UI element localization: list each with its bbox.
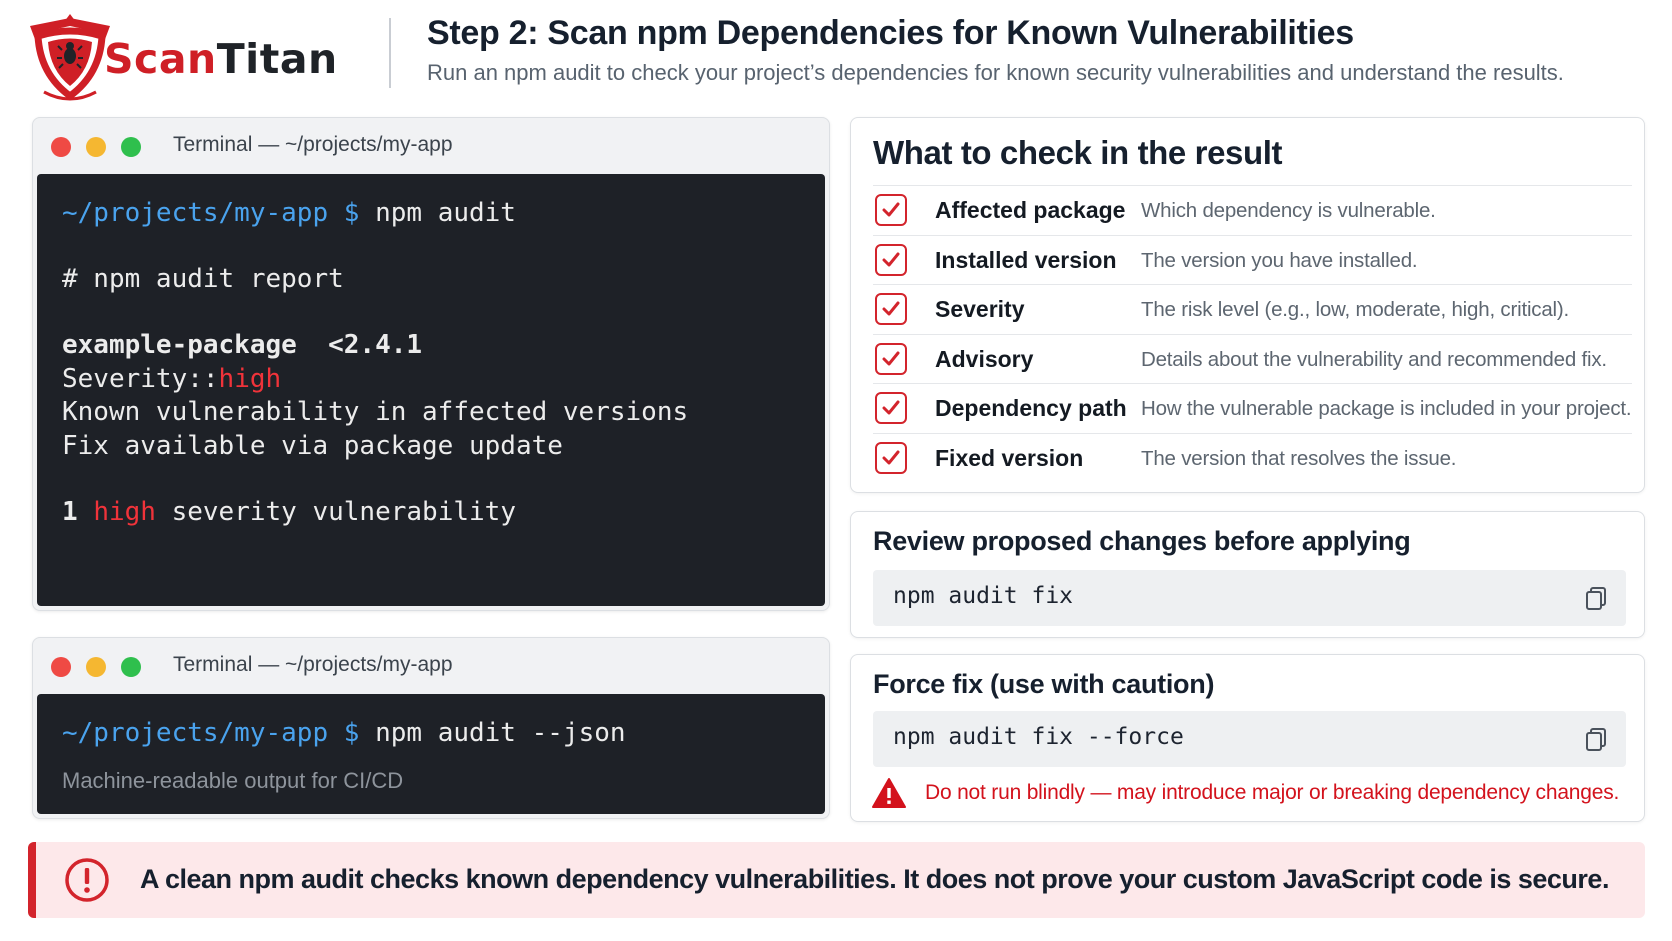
- severity-line: Severity::high: [62, 364, 281, 394]
- checklist-item-description: The version that resolves the issue.: [1141, 446, 1457, 470]
- checklist-item-label: Installed version: [935, 246, 1117, 273]
- brand-name-part1: Scan: [104, 35, 217, 83]
- close-window-button[interactable]: [51, 657, 71, 677]
- checklist-item-label: Fixed version: [935, 444, 1084, 471]
- security-disclaimer-banner: A clean npm audit checks known dependenc…: [28, 842, 1645, 918]
- checkbox-checked-icon[interactable]: [875, 293, 907, 325]
- prompt-path: ~/projects/my-app: [62, 718, 329, 748]
- terminal-titlebar: Terminal — ~/projects/my-app: [33, 118, 829, 174]
- severity-value: high: [218, 364, 282, 394]
- page-subtitle: Run an npm audit to check your project’s…: [427, 60, 1564, 85]
- checklist: Affected package Which dependency is vul…: [873, 185, 1632, 482]
- json-output-note: Machine-readable output for CI/CD: [62, 768, 404, 793]
- prompt-line: ~/projects/my-app $ npm audit: [62, 198, 516, 228]
- fix-available-line: Fix available via package update: [62, 431, 563, 461]
- checkbox-checked-icon[interactable]: [875, 243, 907, 276]
- brand-name: ScanTitan: [104, 35, 338, 83]
- review-changes-card: Review proposed changes before applying …: [850, 511, 1645, 638]
- severity-label: Severity::: [62, 364, 219, 394]
- checklist-item: Dependency path How the vulnerable packa…: [873, 383, 1632, 433]
- checklist-item: Installed version The version you have i…: [873, 234, 1632, 285]
- checklist-item-label: Affected package: [935, 197, 1126, 223]
- force-card-title: Force fix (use with caution): [873, 669, 1215, 699]
- header-divider: [389, 18, 391, 88]
- summary-level: high: [93, 497, 156, 527]
- command-text: npm audit fix --force: [893, 724, 1184, 750]
- terminal-titlebar: Terminal — ~/projects/my-app: [33, 638, 829, 694]
- banner-accent-bar: [28, 842, 36, 918]
- prompt-line: ~/projects/my-app $ npm audit --json: [62, 718, 626, 748]
- checklist-item-label: Dependency path: [935, 395, 1127, 421]
- summary-count: 1: [62, 497, 78, 527]
- checkbox-checked-icon[interactable]: [875, 342, 907, 375]
- copy-icon[interactable]: [1582, 583, 1612, 613]
- command-text: npm audit: [375, 198, 516, 228]
- report-heading: # npm audit report: [62, 264, 344, 294]
- terminal-title: Terminal — ~/projects/my-app: [173, 653, 453, 676]
- checklist-item: Affected package Which dependency is vul…: [873, 185, 1632, 235]
- maximize-window-button[interactable]: [121, 137, 141, 157]
- checklist-item-description: The risk level (e.g., low, moderate, hig…: [1141, 298, 1570, 321]
- review-card-title: Review proposed changes before applying: [873, 526, 1411, 556]
- command-snippet[interactable]: npm audit fix --force: [873, 711, 1626, 767]
- banner-text: A clean npm audit checks known dependenc…: [140, 864, 1609, 894]
- shield-bug-icon: [30, 14, 110, 101]
- command-text: npm audit fix: [893, 583, 1074, 609]
- scantitan-logo: ScanTitan: [24, 12, 364, 102]
- checklist-item-description: How the vulnerable package is included i…: [1141, 397, 1632, 420]
- brand-name-part2: Titan: [216, 35, 338, 83]
- result-checklist-card: What to check in the result Affected pac…: [850, 117, 1645, 493]
- terminal-output[interactable]: ~/projects/my-app $ npm audit --json Mac…: [37, 694, 825, 814]
- command-text: npm audit --json: [375, 718, 626, 748]
- prompt-symbol: $: [343, 198, 360, 228]
- terminal-window-audit: Terminal — ~/projects/my-app ~/projects/…: [32, 117, 830, 611]
- checklist-item-label: Severity: [935, 296, 1025, 322]
- command-snippet[interactable]: npm audit fix: [873, 570, 1626, 626]
- prompt-symbol: $: [343, 718, 360, 748]
- checklist-item: Advisory Details about the vulnerability…: [873, 333, 1632, 384]
- page-title: Step 2: Scan npm Dependencies for Known …: [427, 14, 1354, 52]
- terminal-title: Terminal — ~/projects/my-app: [173, 133, 453, 156]
- terminal-output[interactable]: ~/projects/my-app $ npm audit # npm audi…: [37, 174, 825, 606]
- checklist-item-description: Which dependency is vulnerable.: [1141, 199, 1436, 222]
- force-fix-card: Force fix (use with caution) npm audit f…: [850, 654, 1645, 822]
- summary-line: 1 high severity vulnerability: [62, 497, 516, 527]
- warning-text: Do not run blindly — may introduce major…: [925, 781, 1620, 804]
- minimize-window-button[interactable]: [86, 657, 106, 677]
- checklist-item: Severity The risk level (e.g., low, mode…: [873, 284, 1632, 334]
- prompt-path: ~/projects/my-app: [62, 198, 329, 228]
- checklist-item: Fixed version The version that resolves …: [873, 432, 1632, 483]
- summary-rest: severity vulnerability: [171, 497, 516, 527]
- checklist-item-label: Advisory: [935, 345, 1034, 372]
- checkbox-checked-icon[interactable]: [875, 441, 907, 474]
- checkbox-checked-icon[interactable]: [875, 392, 907, 424]
- close-window-button[interactable]: [51, 137, 71, 157]
- checklist-item-description: The version you have installed.: [1141, 248, 1418, 272]
- copy-icon[interactable]: [1582, 724, 1612, 754]
- minimize-window-button[interactable]: [86, 137, 106, 157]
- warning-triangle-icon: [872, 778, 906, 808]
- checklist-title: What to check in the result: [873, 134, 1283, 171]
- checkbox-checked-icon[interactable]: [875, 194, 907, 226]
- known-vulnerability-line: Known vulnerability in affected versions: [62, 397, 689, 427]
- checklist-item-description: Details about the vulnerability and reco…: [1141, 347, 1607, 371]
- package-line: example-package <2.4.1: [62, 330, 423, 360]
- terminal-window-json: Terminal — ~/projects/my-app ~/projects/…: [32, 637, 830, 819]
- maximize-window-button[interactable]: [121, 657, 141, 677]
- exclamation-circle-icon: [65, 858, 109, 902]
